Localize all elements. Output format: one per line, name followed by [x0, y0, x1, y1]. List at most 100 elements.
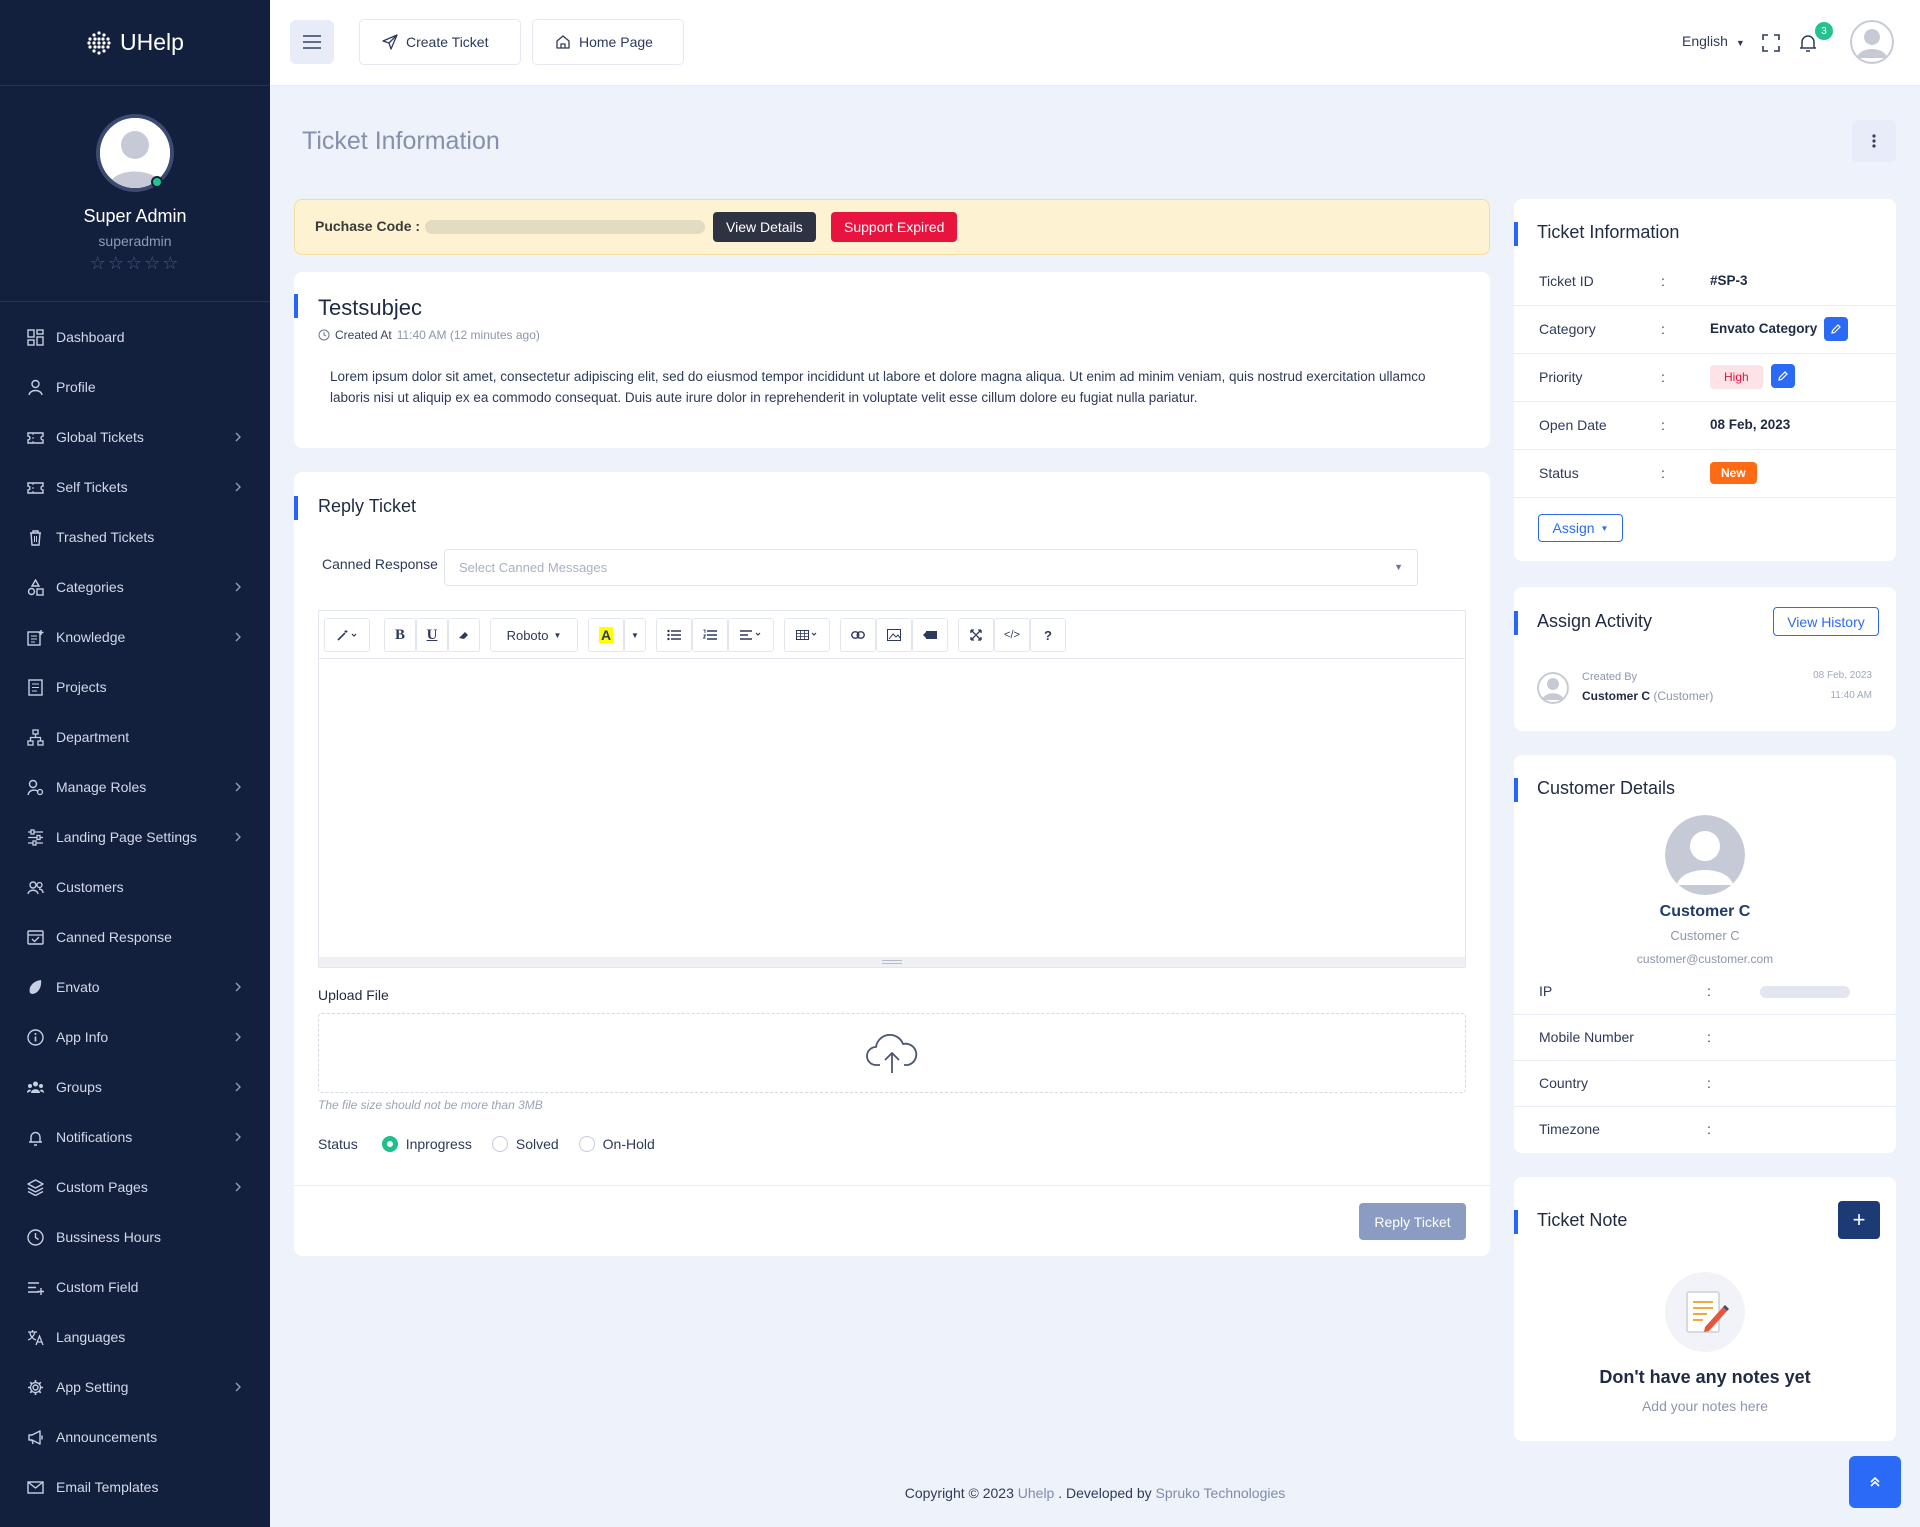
language-selector[interactable]: English ▼	[1682, 33, 1745, 49]
sidebar-item-projects[interactable]: Projects	[0, 662, 270, 712]
code-icon: </>	[1004, 629, 1020, 641]
chevron-right-icon	[234, 1029, 244, 1045]
sidebar-item-languages[interactable]: Languages	[0, 1312, 270, 1362]
edit-priority-button[interactable]	[1771, 364, 1795, 388]
customer-colon: :	[1707, 1075, 1711, 1091]
sidebar-item-app-info[interactable]: App Info	[0, 1012, 270, 1062]
sidebar-item-label: Categories	[56, 579, 124, 595]
sidebar-item-department[interactable]: Department	[0, 712, 270, 762]
file-dropzone[interactable]	[318, 1013, 1466, 1093]
sidebar-item-email-templates[interactable]: Email Templates	[0, 1462, 270, 1512]
text-color-button[interactable]: A	[588, 618, 624, 652]
footer-company-link[interactable]: Spruko Technologies	[1156, 1485, 1286, 1501]
sidebar-item-groups[interactable]: Groups	[0, 1062, 270, 1112]
notifications-button[interactable]	[1798, 33, 1818, 53]
empty-notes-subtitle: Add your notes here	[1641, 1398, 1769, 1414]
gear-icon	[26, 1378, 44, 1396]
status-radio-solved[interactable]	[491, 1136, 508, 1152]
help-button[interactable]: ?	[1030, 618, 1066, 652]
assign-button[interactable]: Assign ▼	[1538, 514, 1623, 542]
status-radio-onhold[interactable]	[578, 1136, 595, 1152]
font-family-select[interactable]: Roboto ▼	[490, 618, 578, 652]
customer-email[interactable]: customer@customer.com	[1514, 952, 1896, 966]
header-avatar[interactable]	[1850, 20, 1894, 64]
home-page-label: Home Page	[579, 34, 653, 50]
empty-notes-title: Don't have any notes yet	[1599, 1367, 1811, 1387]
table-button[interactable]	[784, 618, 830, 652]
sidebar-item-label: Custom Field	[56, 1279, 139, 1295]
align-button[interactable]	[728, 618, 774, 652]
send-icon	[382, 34, 398, 50]
numbered-list-button[interactable]	[692, 618, 728, 652]
notification-count-badge: 3	[1815, 22, 1833, 40]
chevron-right-icon	[234, 829, 244, 845]
sidebar-item-self-tickets[interactable]: Self Tickets	[0, 462, 270, 512]
double-chevron-up-icon	[1870, 1476, 1880, 1487]
bold-button[interactable]: B	[384, 618, 416, 652]
pencil-icon	[1831, 324, 1841, 334]
color-dropdown-button[interactable]: ▼	[624, 618, 646, 652]
link-button[interactable]	[840, 618, 876, 652]
underline-button[interactable]: U	[416, 618, 448, 652]
video-button[interactable]	[912, 618, 948, 652]
note-pencil-icon	[1686, 1291, 1729, 1333]
status-option-inprogress[interactable]: Inprogress	[406, 1136, 472, 1152]
sidebar-item-label: Projects	[56, 679, 107, 695]
fullscreen-button[interactable]	[1762, 34, 1780, 52]
eraser-button[interactable]	[448, 618, 480, 652]
status-option-solved[interactable]: Solved	[516, 1136, 559, 1152]
status-option-onhold[interactable]: On-Hold	[603, 1136, 655, 1152]
table-icon	[796, 630, 817, 640]
info-colon: :	[1661, 321, 1665, 337]
image-button[interactable]	[876, 618, 912, 652]
add-note-button[interactable]: +	[1838, 1201, 1880, 1239]
info-colon: :	[1661, 273, 1665, 289]
sidebar-item-dashboard[interactable]: Dashboard	[0, 312, 270, 362]
sidebar-item-app-setting[interactable]: App Setting	[0, 1362, 270, 1412]
bullet-list-button[interactable]	[656, 618, 692, 652]
sidebar-item-categories[interactable]: Categories	[0, 562, 270, 612]
sidebar-item-notifications[interactable]: Notifications	[0, 1112, 270, 1162]
sidebar-item-manage-roles[interactable]: Manage Roles	[0, 762, 270, 812]
home-page-button[interactable]: Home Page	[532, 19, 684, 65]
footer-copyright: Copyright © 2023	[904, 1485, 1014, 1501]
created-value: 11:40 AM (12 minutes ago)	[396, 328, 540, 342]
view-history-button[interactable]: View History	[1773, 607, 1879, 636]
sidebar-item-bussiness-hours[interactable]: Bussiness Hours	[0, 1212, 270, 1262]
sidebar-item-label: Groups	[56, 1079, 102, 1095]
status-radio-inprogress[interactable]	[381, 1136, 398, 1152]
view-details-button[interactable]: View Details	[713, 212, 816, 242]
scroll-to-top-button[interactable]	[1849, 1456, 1901, 1508]
info-row-status: Status : New	[1514, 450, 1896, 498]
sidebar-item-announcements[interactable]: Announcements	[0, 1412, 270, 1462]
pencil-icon	[1778, 371, 1788, 381]
section-accent-bar	[1514, 222, 1518, 246]
sidebar-item-knowledge[interactable]: Knowledge	[0, 612, 270, 662]
sidebar-item-envato[interactable]: Envato	[0, 962, 270, 1012]
dashboard-icon	[26, 328, 44, 346]
editor-content-area[interactable]	[319, 659, 1465, 957]
footer-brand-link[interactable]: Uhelp	[1018, 1485, 1055, 1501]
editor-resize-handle[interactable]	[319, 957, 1465, 967]
canned-response-select[interactable]: Select Canned Messages ▼	[444, 549, 1418, 586]
sidebar-item-profile[interactable]: Profile	[0, 362, 270, 412]
fullscreen-editor-button[interactable]	[958, 618, 994, 652]
sidebar-item-custom-field[interactable]: Custom Field	[0, 1262, 270, 1312]
edit-category-button[interactable]	[1824, 317, 1848, 341]
app-logo[interactable]: UHelp	[0, 0, 270, 86]
sidebar-item-trashed-tickets[interactable]: Trashed Tickets	[0, 512, 270, 562]
priority-badge: High	[1710, 365, 1763, 389]
magic-wand-button[interactable]	[324, 618, 370, 652]
code-view-button[interactable]: </>	[994, 618, 1030, 652]
sidebar-item-canned-response[interactable]: Canned Response	[0, 912, 270, 962]
sidebar-item-custom-pages[interactable]: Custom Pages	[0, 1162, 270, 1212]
more-options-button[interactable]	[1852, 120, 1896, 162]
reply-ticket-button[interactable]: Reply Ticket	[1359, 1203, 1466, 1240]
sidebar-item-global-tickets[interactable]: Global Tickets	[0, 412, 270, 462]
create-ticket-button[interactable]: Create Ticket	[359, 19, 521, 65]
menu-toggle-button[interactable]	[290, 20, 334, 64]
sidebar-item-label: Canned Response	[56, 929, 172, 945]
sidebar-item-customers[interactable]: Customers	[0, 862, 270, 912]
cloud-upload-icon	[866, 1034, 918, 1073]
sidebar-item-landing-page-settings[interactable]: Landing Page Settings	[0, 812, 270, 862]
